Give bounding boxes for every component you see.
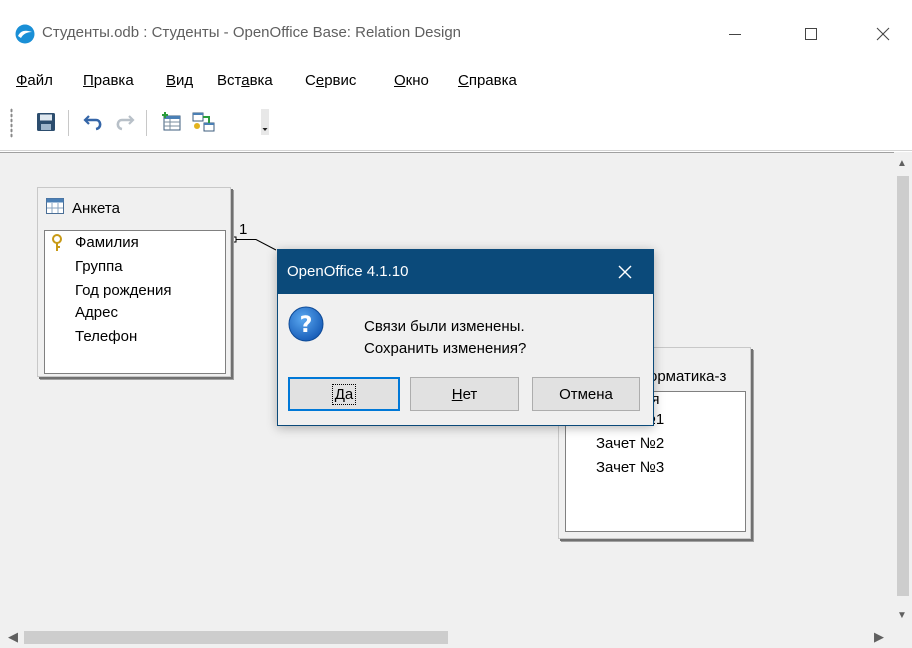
scrollbar-thumb[interactable] <box>24 631 448 644</box>
primary-key-icon <box>51 234 63 256</box>
close-icon[interactable] <box>860 14 906 54</box>
add-tables-icon[interactable] <box>158 108 186 136</box>
dialog-message-line: Сохранить изменения? <box>364 340 527 357</box>
save-icon[interactable] <box>32 108 60 136</box>
table-window-anketa[interactable]: Анкета Фамилия Группа Год рождения Адрес… <box>37 187 231 377</box>
dialog-message-line: Связи были изменены. <box>364 318 525 335</box>
table-name: орматика-з <box>649 368 727 385</box>
scroll-right-icon[interactable]: ▶ <box>874 629 884 645</box>
scroll-down-icon[interactable]: ▼ <box>897 610 907 621</box>
window-title: Студенты.odb : Студенты - OpenOffice Bas… <box>42 24 462 41</box>
field-item[interactable]: Год рождения <box>75 281 171 301</box>
undo-icon[interactable] <box>80 108 108 136</box>
toolbar-separator <box>68 110 69 136</box>
no-button[interactable]: Нет <box>410 377 519 411</box>
table-icon <box>46 198 64 218</box>
dialog-message: Связи были изменены. Сохранить изменения… <box>364 316 526 360</box>
table-title: Анкета <box>46 198 120 218</box>
new-relation-icon[interactable] <box>190 108 218 136</box>
toolbar-grip-icon[interactable] <box>10 108 13 138</box>
horizontal-scrollbar[interactable]: ◀ ▶ <box>0 627 894 648</box>
scrollbar-corner <box>894 627 912 648</box>
question-icon: ? <box>288 306 324 342</box>
vertical-scrollbar[interactable]: ▲ ▼ <box>894 152 912 627</box>
minimize-icon[interactable] <box>712 14 758 54</box>
toolbar <box>0 98 912 151</box>
yes-button[interactable]: Да <box>288 377 400 411</box>
scrollbar-thumb[interactable] <box>897 176 909 596</box>
dialog-title-bar[interactable]: OpenOffice 4.1.10 <box>278 250 653 294</box>
dialog-close-icon[interactable] <box>611 259 639 285</box>
menu-insert[interactable]: Вставка <box>217 72 273 89</box>
field-item[interactable]: Зачет №2 <box>596 434 664 454</box>
openoffice-gull-icon <box>15 24 35 44</box>
menu-bar: Файл Правка Вид Вставка Сервис Окно Спра… <box>0 64 912 98</box>
menu-view[interactable]: Вид <box>166 72 193 89</box>
field-list[interactable]: Фамилия Группа Год рождения Адрес Телефо… <box>44 230 226 374</box>
table-name: Анкета <box>72 199 120 217</box>
redo-icon[interactable] <box>110 108 138 136</box>
scroll-up-icon[interactable]: ▲ <box>897 158 907 169</box>
toolbar-options-icon[interactable] <box>258 108 272 136</box>
menu-tools[interactable]: Сервис <box>305 72 356 89</box>
menu-window[interactable]: Окно <box>394 72 429 89</box>
save-changes-dialog: OpenOffice 4.1.10 ? Связи были изменены.… <box>277 249 654 426</box>
menu-edit[interactable]: Правка <box>83 72 134 89</box>
scroll-left-icon[interactable]: ◀ <box>8 629 18 645</box>
menu-file[interactable]: Файл <box>16 72 53 89</box>
field-item[interactable]: Телефон <box>75 327 137 347</box>
dialog-title: OpenOffice 4.1.10 <box>287 263 409 280</box>
field-item[interactable]: Группа <box>75 257 123 277</box>
field-item[interactable]: Фамилия <box>75 233 139 253</box>
relation-cardinality-label: 1 <box>239 221 248 238</box>
menu-help[interactable]: Справка <box>458 72 517 89</box>
maximize-icon[interactable] <box>788 14 834 54</box>
field-item[interactable]: Зачет №3 <box>596 458 664 478</box>
field-item[interactable]: Адрес <box>75 303 118 323</box>
toolbar-separator <box>146 110 147 136</box>
svg-text:?: ? <box>300 313 313 338</box>
title-bar: Студенты.odb : Студенты - OpenOffice Bas… <box>0 0 912 64</box>
cancel-button[interactable]: Отмена <box>532 377 640 411</box>
